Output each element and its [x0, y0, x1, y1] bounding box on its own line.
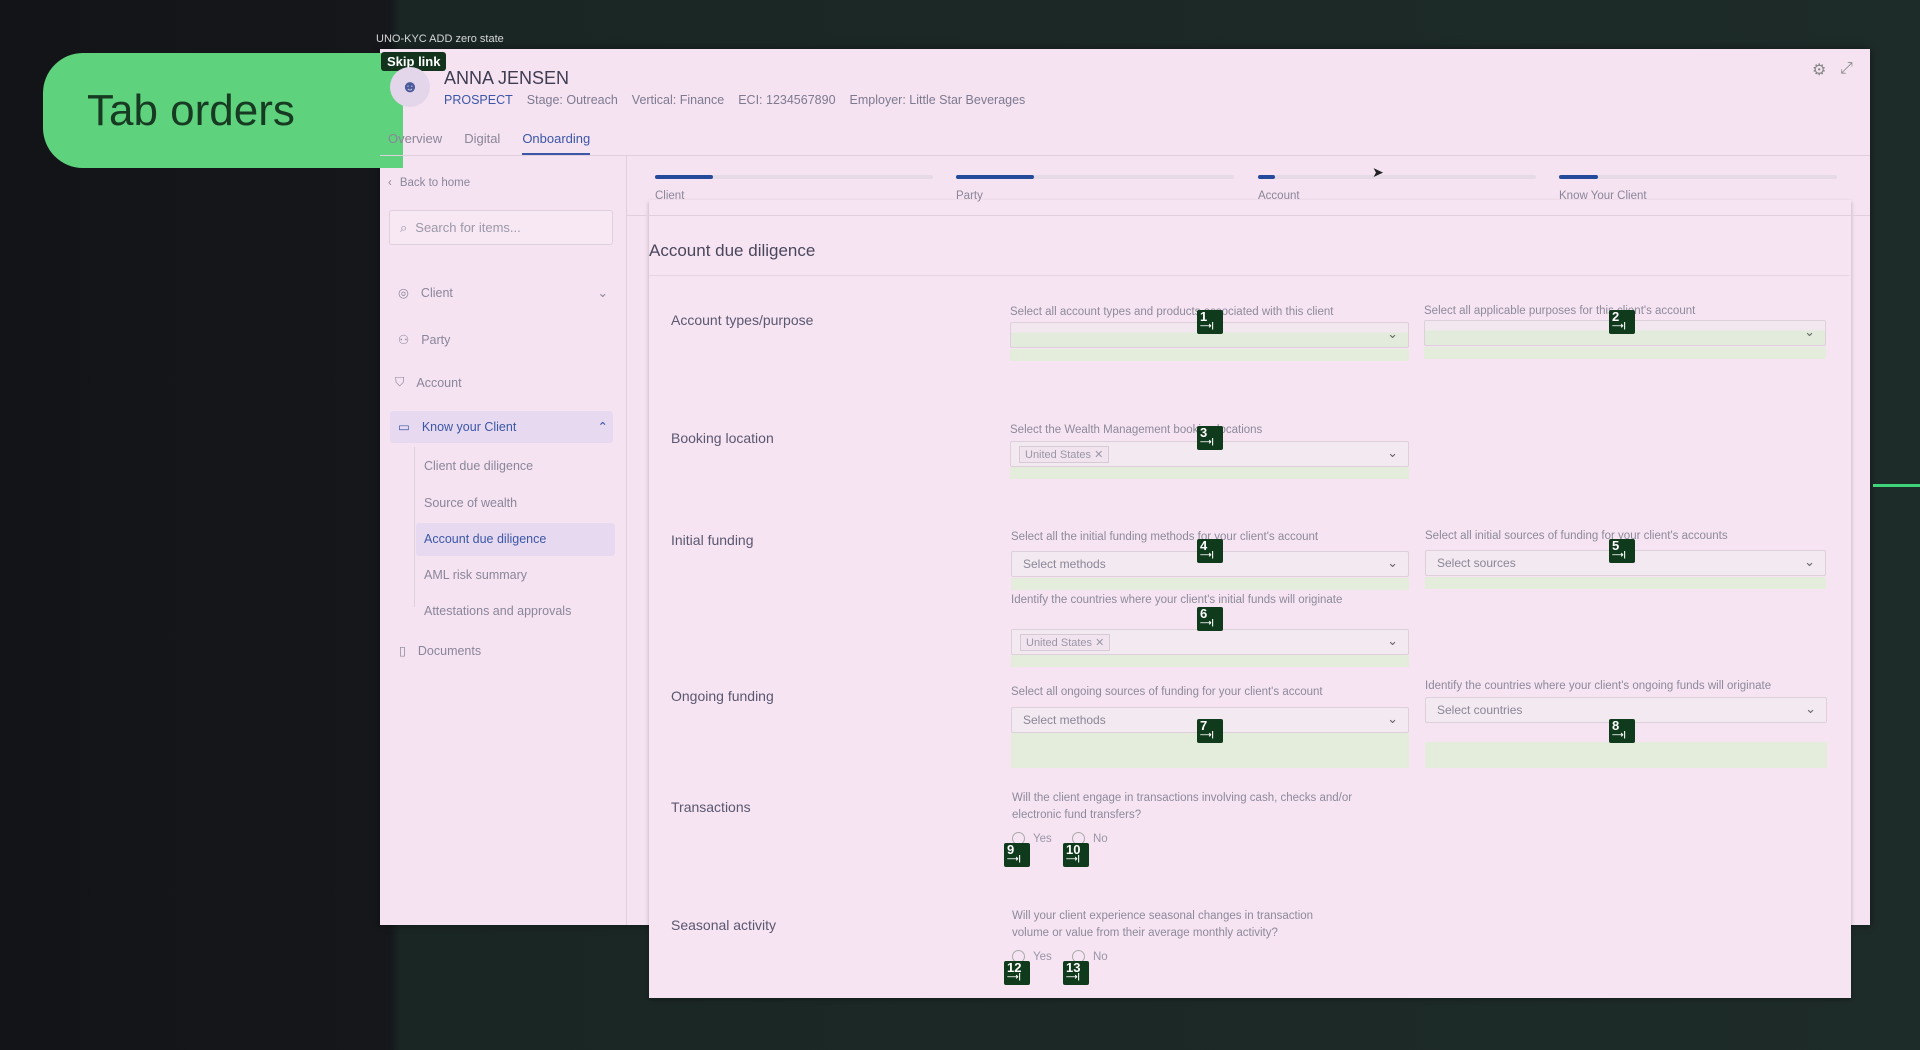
stage: Stage: Outreach: [526, 93, 618, 107]
tab-order-badge: 6: [1197, 607, 1223, 631]
chevron-left-icon: ‹: [388, 177, 392, 189]
eci: ECI: 1234567890: [738, 93, 836, 107]
divider: [627, 215, 1870, 216]
row-label: Seasonal activity: [671, 917, 777, 933]
tab-overview[interactable]: Overview: [388, 131, 442, 155]
close-icon[interactable]: ✕: [1095, 637, 1104, 649]
selected-chip[interactable]: United States ✕: [1019, 445, 1110, 463]
tab-order-badge: 10: [1063, 843, 1089, 867]
section-title: Account due diligence: [649, 241, 816, 260]
shield-icon: ⛉: [395, 375, 405, 389]
sidebar-subitem[interactable]: Client due diligence: [424, 459, 533, 473]
progress-account: [1258, 175, 1536, 179]
sidebar-item-documents[interactable]: ▯ Documents: [399, 643, 481, 659]
sidebar-subitem-active[interactable]: Account due diligence: [424, 532, 546, 546]
tab-order-badge: 3: [1197, 426, 1223, 450]
tab-order-badge: 12: [1004, 961, 1030, 985]
tab-order-badge: 1: [1197, 310, 1223, 334]
field-label: Identify the countries where your client…: [1011, 594, 1343, 606]
sidebar-item-party[interactable]: ⚇ Party: [398, 332, 450, 348]
question-text: electronic fund transfers?: [1012, 809, 1142, 821]
client-name: ANNA JENSEN: [444, 68, 570, 88]
chevron-down-icon: ⌄: [1387, 555, 1398, 570]
row-label: Account types/purpose: [671, 312, 814, 328]
id-card-icon: ▭: [398, 420, 410, 434]
step-label[interactable]: Account: [1258, 190, 1300, 202]
row-label: Initial funding: [671, 532, 754, 548]
field-label: Select all initial sources of funding fo…: [1425, 530, 1728, 542]
tab-order-badge: 7: [1197, 719, 1223, 743]
close-icon[interactable]: ✕: [1094, 449, 1103, 461]
search-icon: ⌕: [400, 219, 408, 235]
tab-orders-label: Tab orders: [43, 53, 403, 168]
row-label: Booking location: [671, 430, 774, 446]
sidebar-item-client[interactable]: ◎ Client ⌄: [398, 285, 608, 301]
chevron-down-icon: ⌄: [1387, 711, 1398, 726]
step-label[interactable]: Party: [956, 190, 983, 202]
field-label: Select all ongoing sources of funding fo…: [1011, 686, 1323, 698]
vertical: Vertical: Finance: [631, 93, 725, 107]
search-input[interactable]: ⌕ Search for items...: [389, 210, 613, 245]
field-label: Select all the initial funding methods f…: [1011, 531, 1319, 543]
step-label[interactable]: Know Your Client: [1559, 190, 1647, 202]
tab-order-badge: 9: [1004, 843, 1030, 867]
progress-kyc: [1559, 175, 1837, 179]
expand-icon[interactable]: ⤢: [1840, 60, 1853, 78]
field-label: Identify the countries where your client…: [1425, 680, 1772, 692]
sidebar: ‹ Back to home ⌕ Search for items... ◎ Clie…: [380, 155, 627, 925]
chevron-up-icon: ⌃: [597, 420, 608, 434]
selected-chip[interactable]: United States ✕: [1020, 633, 1111, 651]
client-icon: ◎: [398, 286, 409, 300]
chevron-down-icon: ⌄: [1387, 445, 1398, 460]
chevron-down-icon: ⌄: [597, 286, 608, 300]
tab-bar: Overview Digital Onboarding: [388, 131, 591, 155]
back-to-home-link[interactable]: ‹ Back to home: [388, 177, 470, 189]
question-text: Will your client experience seasonal cha…: [1012, 910, 1314, 922]
document-icon: ▯: [399, 644, 406, 658]
client-meta: PROSPECT Stage: Outreach Vertical: Finan…: [444, 93, 1025, 107]
mouse-cursor-icon: ➤: [1372, 164, 1384, 180]
field-label: Select all account types and products as…: [1010, 306, 1334, 318]
progress-party: [956, 175, 1234, 179]
tab-order-badge: 13: [1063, 961, 1089, 985]
chevron-down-icon: ⌄: [1805, 701, 1816, 716]
sidebar-subitem[interactable]: AML risk summary: [424, 568, 527, 582]
tab-onboarding[interactable]: Onboarding: [522, 131, 591, 155]
tab-order-badge: 8: [1609, 719, 1635, 743]
chevron-down-icon: ⌄: [1387, 326, 1398, 341]
tab-order-badge: 5: [1609, 539, 1635, 563]
chevron-down-icon: ⌄: [1804, 324, 1815, 339]
initial-countries-select[interactable]: United States ✕ ⌄: [1011, 629, 1409, 655]
avatar-user-icon: ☻: [390, 67, 430, 107]
green-indicator-line: [1873, 484, 1920, 487]
chevron-down-icon: ⌄: [1804, 554, 1815, 569]
field-label: Select all applicable purposes for this …: [1424, 305, 1696, 317]
window-title: UNO-KYC ADD zero state: [376, 33, 504, 45]
tab-digital[interactable]: Digital: [464, 131, 500, 155]
sidebar-item-know-your-client[interactable]: ▭ Know your Client ⌃: [398, 419, 608, 435]
chevron-down-icon: ⌄: [1387, 633, 1398, 648]
row-label: Ongoing funding: [671, 688, 774, 704]
tab-order-badge: 2: [1609, 310, 1635, 334]
sidebar-item-account[interactable]: ⛉ Account: [395, 375, 462, 390]
sidebar-subitem[interactable]: Source of wealth: [424, 496, 517, 510]
status-badge: PROSPECT: [444, 93, 513, 107]
employer: Employer: Little Star Beverages: [849, 93, 1026, 107]
question-text: volume or value from their average month…: [1012, 927, 1278, 939]
field-label: Select the Wealth Management booking loc…: [1010, 424, 1263, 436]
row-label: Transactions: [671, 799, 751, 815]
sidebar-subitem[interactable]: Attestations and approvals: [424, 604, 571, 618]
progress-client: [655, 175, 933, 179]
question-text: Will the client engage in transactions i…: [1012, 792, 1353, 804]
tab-order-badge: 4: [1197, 539, 1223, 563]
people-icon: ⚇: [398, 333, 410, 347]
step-label[interactable]: Client: [655, 190, 684, 202]
gear-icon[interactable]: ⚙: [1812, 60, 1826, 80]
